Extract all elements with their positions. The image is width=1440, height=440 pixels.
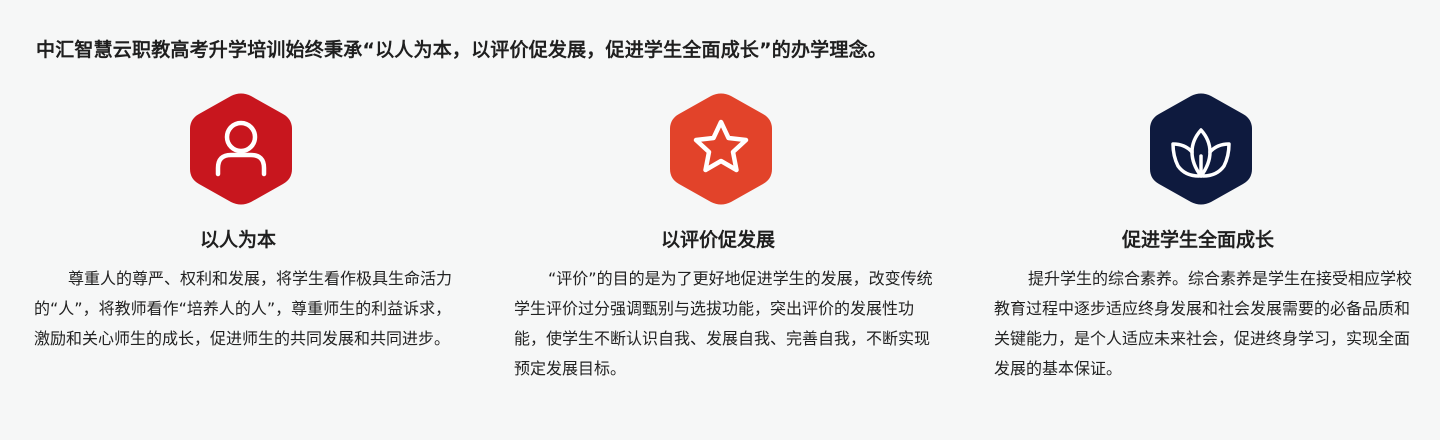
pillar-description: “评价”的目的是为了更好地促进学生的发展，改变传统学生评价过分强调甄别与选拔功能… <box>514 269 933 378</box>
leaf-icon <box>1150 93 1252 205</box>
intro-text: 中汇智慧云职教高考升学培训始终秉承“以人为本，以评价促发展，促进学生全面成长”的… <box>36 39 887 61</box>
hexagon-badge <box>189 92 293 206</box>
star-icon <box>670 93 772 205</box>
pillar-title: 以评价促发展 <box>661 229 776 251</box>
hexagon-badge <box>669 92 773 206</box>
pillar-description: 尊重人的尊严、权利和发展，将学生看作极具生命活力的“人”，将教师看作“培养人的人… <box>34 269 453 348</box>
pillar-title: 促进学生全面成长 <box>1122 229 1275 251</box>
pillar-title: 以人为本 <box>200 229 277 251</box>
hexagon-badge <box>1149 92 1253 206</box>
pillar-description: 提升学生的综合素养。综合素养是学生在接受相应学校教育过程中逐步适应终身发展和社会… <box>994 269 1413 378</box>
user-icon <box>190 93 292 205</box>
